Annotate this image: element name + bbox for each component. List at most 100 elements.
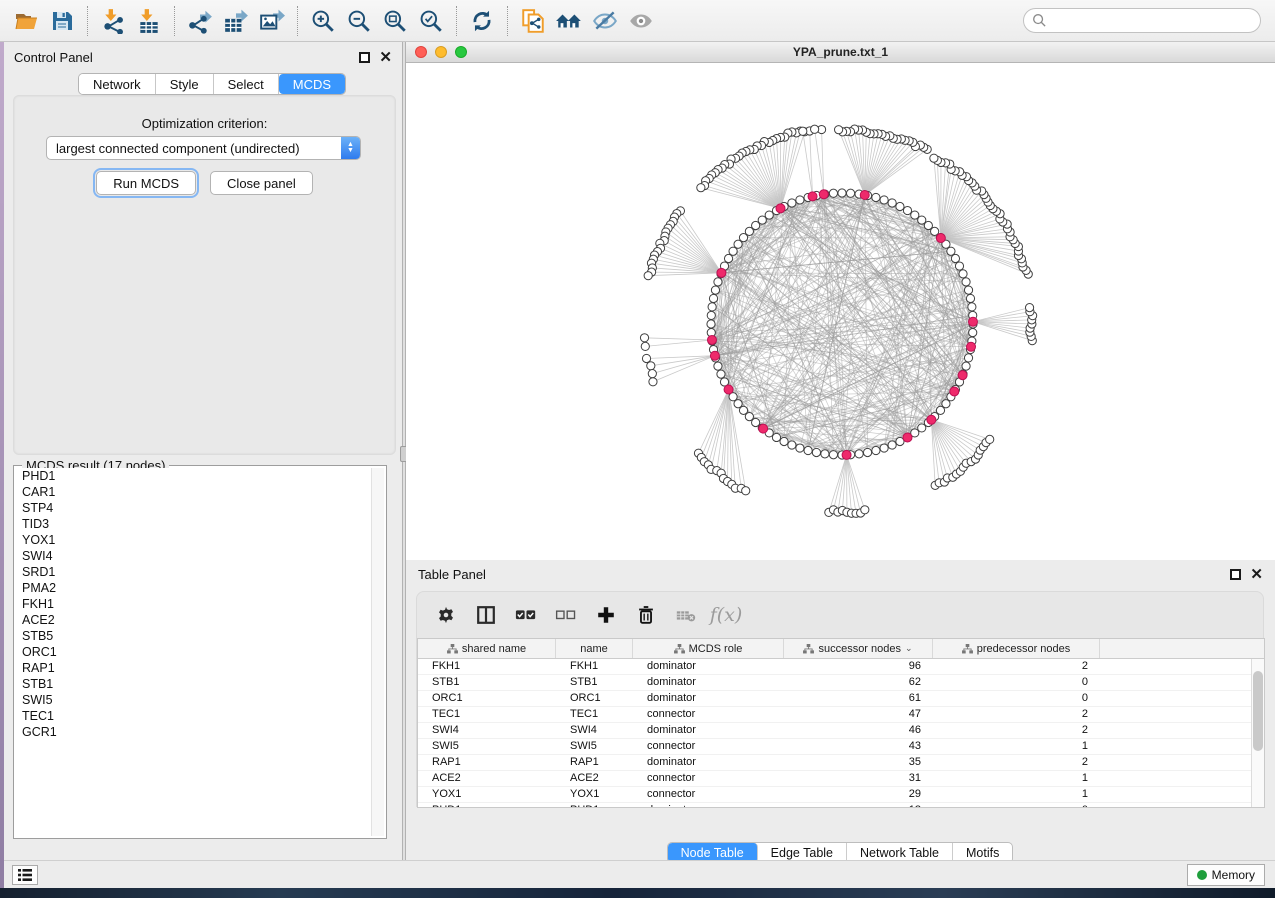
cell-shared-name: SWI4 xyxy=(418,723,556,738)
mcds-result-item[interactable]: SWI4 xyxy=(16,548,370,564)
cell-successor-nodes: 35 xyxy=(784,755,933,770)
zoom-in-icon[interactable] xyxy=(305,5,341,37)
close-table-panel-icon[interactable]: ✕ xyxy=(1250,569,1263,580)
table-row[interactable]: RAP1RAP1dominator352 xyxy=(418,755,1251,771)
column-header-predecessor-nodes[interactable]: predecessor nodes xyxy=(933,639,1100,658)
cell-predecessor-nodes: 2 xyxy=(933,755,1100,770)
toolbar-separator xyxy=(507,6,508,36)
column-header-MCDS-role[interactable]: MCDS role xyxy=(633,639,784,658)
export-network-icon[interactable] xyxy=(182,5,218,37)
clone-network-icon[interactable] xyxy=(515,5,551,37)
mcds-result-item[interactable]: TID3 xyxy=(16,516,370,532)
mcds-result-item[interactable]: PHD1 xyxy=(16,468,370,484)
window-minimize-icon[interactable] xyxy=(435,46,447,58)
function-builder-icon[interactable]: f(x) xyxy=(709,599,743,631)
select-all-icon[interactable] xyxy=(509,599,543,631)
tab-style[interactable]: Style xyxy=(156,74,214,94)
main-toolbar xyxy=(0,0,1275,42)
settings-gear-icon[interactable] xyxy=(429,599,463,631)
export-image-icon[interactable] xyxy=(254,5,290,37)
toolbar-separator xyxy=(297,6,298,36)
cell-MCDS-role: connector xyxy=(633,787,784,802)
mcds-list-scrollbar[interactable] xyxy=(371,468,384,836)
table-row[interactable]: ACE2ACE2connector311 xyxy=(418,771,1251,787)
window-close-icon[interactable] xyxy=(415,46,427,58)
deselect-all-icon[interactable] xyxy=(549,599,583,631)
column-header-name[interactable]: name xyxy=(556,639,633,658)
tab-select[interactable]: Select xyxy=(214,74,279,94)
select-stepper-icon: ▲▼ xyxy=(341,137,360,159)
import-network-icon[interactable] xyxy=(95,5,131,37)
hide-unselected-icon[interactable] xyxy=(587,5,623,37)
search-field[interactable] xyxy=(1023,8,1261,33)
optimization-criterion-select[interactable]: largest connected component (undirected)… xyxy=(46,136,361,160)
zoom-selected-icon[interactable] xyxy=(413,5,449,37)
search-input[interactable] xyxy=(1047,14,1252,28)
mcds-result-item[interactable]: CAR1 xyxy=(16,484,370,500)
cell-MCDS-role: connector xyxy=(633,771,784,786)
table-row[interactable]: STB1STB1dominator620 xyxy=(418,675,1251,691)
network-canvas[interactable] xyxy=(406,63,1275,560)
show-all-icon[interactable] xyxy=(623,5,659,37)
mcds-result-item[interactable]: YOX1 xyxy=(16,532,370,548)
table-row[interactable]: SWI4SWI4dominator462 xyxy=(418,723,1251,739)
table-row[interactable]: ORC1ORC1dominator610 xyxy=(418,691,1251,707)
table-row[interactable]: YOX1YOX1connector291 xyxy=(418,787,1251,803)
mcds-result-list: PHD1CAR1STP4TID3YOX1SWI4SRD1PMA2FKH1ACE2… xyxy=(16,468,370,836)
delete-column-icon[interactable] xyxy=(629,599,663,631)
refresh-icon[interactable] xyxy=(464,5,500,37)
column-type-icon xyxy=(803,644,814,654)
memory-button[interactable]: Memory xyxy=(1187,864,1265,886)
control-panel-title: Control Panel xyxy=(14,50,93,65)
mcds-result-item[interactable]: GCR1 xyxy=(16,724,370,740)
mcds-result-item[interactable]: STP4 xyxy=(16,500,370,516)
cell-MCDS-role: dominator xyxy=(633,803,784,807)
network-window-titlebar[interactable]: YPA_prune.txt_1 xyxy=(406,42,1275,63)
zoom-fit-icon[interactable] xyxy=(377,5,413,37)
tab-mcds[interactable]: MCDS xyxy=(279,74,345,94)
table-scrollbar-thumb[interactable] xyxy=(1253,671,1263,751)
mcds-result-item[interactable]: SWI5 xyxy=(16,692,370,708)
node-table: shared namenameMCDS rolesuccessor nodes⌄… xyxy=(417,638,1265,808)
mcds-result-item[interactable]: RAP1 xyxy=(16,660,370,676)
mcds-result-item[interactable]: STB1 xyxy=(16,676,370,692)
mcds-result-item[interactable]: ORC1 xyxy=(16,644,370,660)
float-table-panel-icon[interactable] xyxy=(1230,569,1241,580)
mcds-result-item[interactable]: STB5 xyxy=(16,628,370,644)
mcds-result-item[interactable]: FKH1 xyxy=(16,596,370,612)
mcds-result-item[interactable]: PMA2 xyxy=(16,580,370,596)
zoom-out-icon[interactable] xyxy=(341,5,377,37)
column-header-shared-name[interactable]: shared name xyxy=(418,639,556,658)
window-zoom-icon[interactable] xyxy=(455,46,467,58)
cell-name: SWI5 xyxy=(556,739,633,754)
float-panel-icon[interactable] xyxy=(359,52,370,63)
table-row[interactable]: PHD1PHD1dominator180 xyxy=(418,803,1251,807)
mcds-result-item[interactable]: TEC1 xyxy=(16,708,370,724)
column-header-successor-nodes[interactable]: successor nodes⌄ xyxy=(784,639,933,658)
mcds-result-item[interactable]: SRD1 xyxy=(16,564,370,580)
clear-table-icon[interactable] xyxy=(669,599,703,631)
cell-name: ACE2 xyxy=(556,771,633,786)
cell-successor-nodes: 29 xyxy=(784,787,933,802)
table-row[interactable]: SWI5SWI5connector431 xyxy=(418,739,1251,755)
close-panel-button[interactable]: Close panel xyxy=(210,171,313,195)
table-scrollbar[interactable] xyxy=(1251,659,1264,807)
close-panel-icon[interactable]: ✕ xyxy=(379,52,392,63)
run-mcds-button[interactable]: Run MCDS xyxy=(96,171,196,195)
split-panel-icon[interactable] xyxy=(469,599,503,631)
table-panel-title: Table Panel xyxy=(418,567,486,582)
task-history-icon[interactable] xyxy=(12,865,38,885)
table-row[interactable]: FKH1FKH1dominator962 xyxy=(418,659,1251,675)
tab-network[interactable]: Network xyxy=(79,74,156,94)
open-file-icon[interactable] xyxy=(8,5,44,37)
first-neighbors-icon[interactable] xyxy=(551,5,587,37)
table-row[interactable]: TEC1TEC1connector472 xyxy=(418,707,1251,723)
import-table-icon[interactable] xyxy=(131,5,167,37)
toolbar-separator xyxy=(456,6,457,36)
cell-successor-nodes: 31 xyxy=(784,771,933,786)
cell-MCDS-role: dominator xyxy=(633,723,784,738)
export-table-icon[interactable] xyxy=(218,5,254,37)
add-column-icon[interactable] xyxy=(589,599,623,631)
mcds-result-item[interactable]: ACE2 xyxy=(16,612,370,628)
save-session-icon[interactable] xyxy=(44,5,80,37)
